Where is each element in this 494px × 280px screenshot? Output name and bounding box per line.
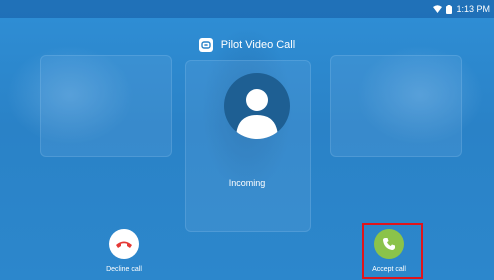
phone-hangup-icon [116,241,132,248]
call-header: Pilot Video Call [0,38,494,52]
call-status: Incoming [228,178,266,188]
decline-call-label: Decline call [106,266,142,273]
battery-icon [446,4,453,14]
caller-avatar [224,73,290,139]
decline-call-button[interactable] [109,229,139,259]
app-title: Pilot Video Call [220,39,296,51]
accept-call-highlight [362,223,423,279]
wifi-icon [433,5,443,13]
person-silhouette-icon [236,89,278,139]
background-panel-left [40,55,172,157]
status-bar: 1:13 PM [0,0,494,18]
status-time: 1:13 PM [456,4,490,14]
background-panel-right [330,55,462,157]
pilot-video-call-icon [198,38,213,52]
